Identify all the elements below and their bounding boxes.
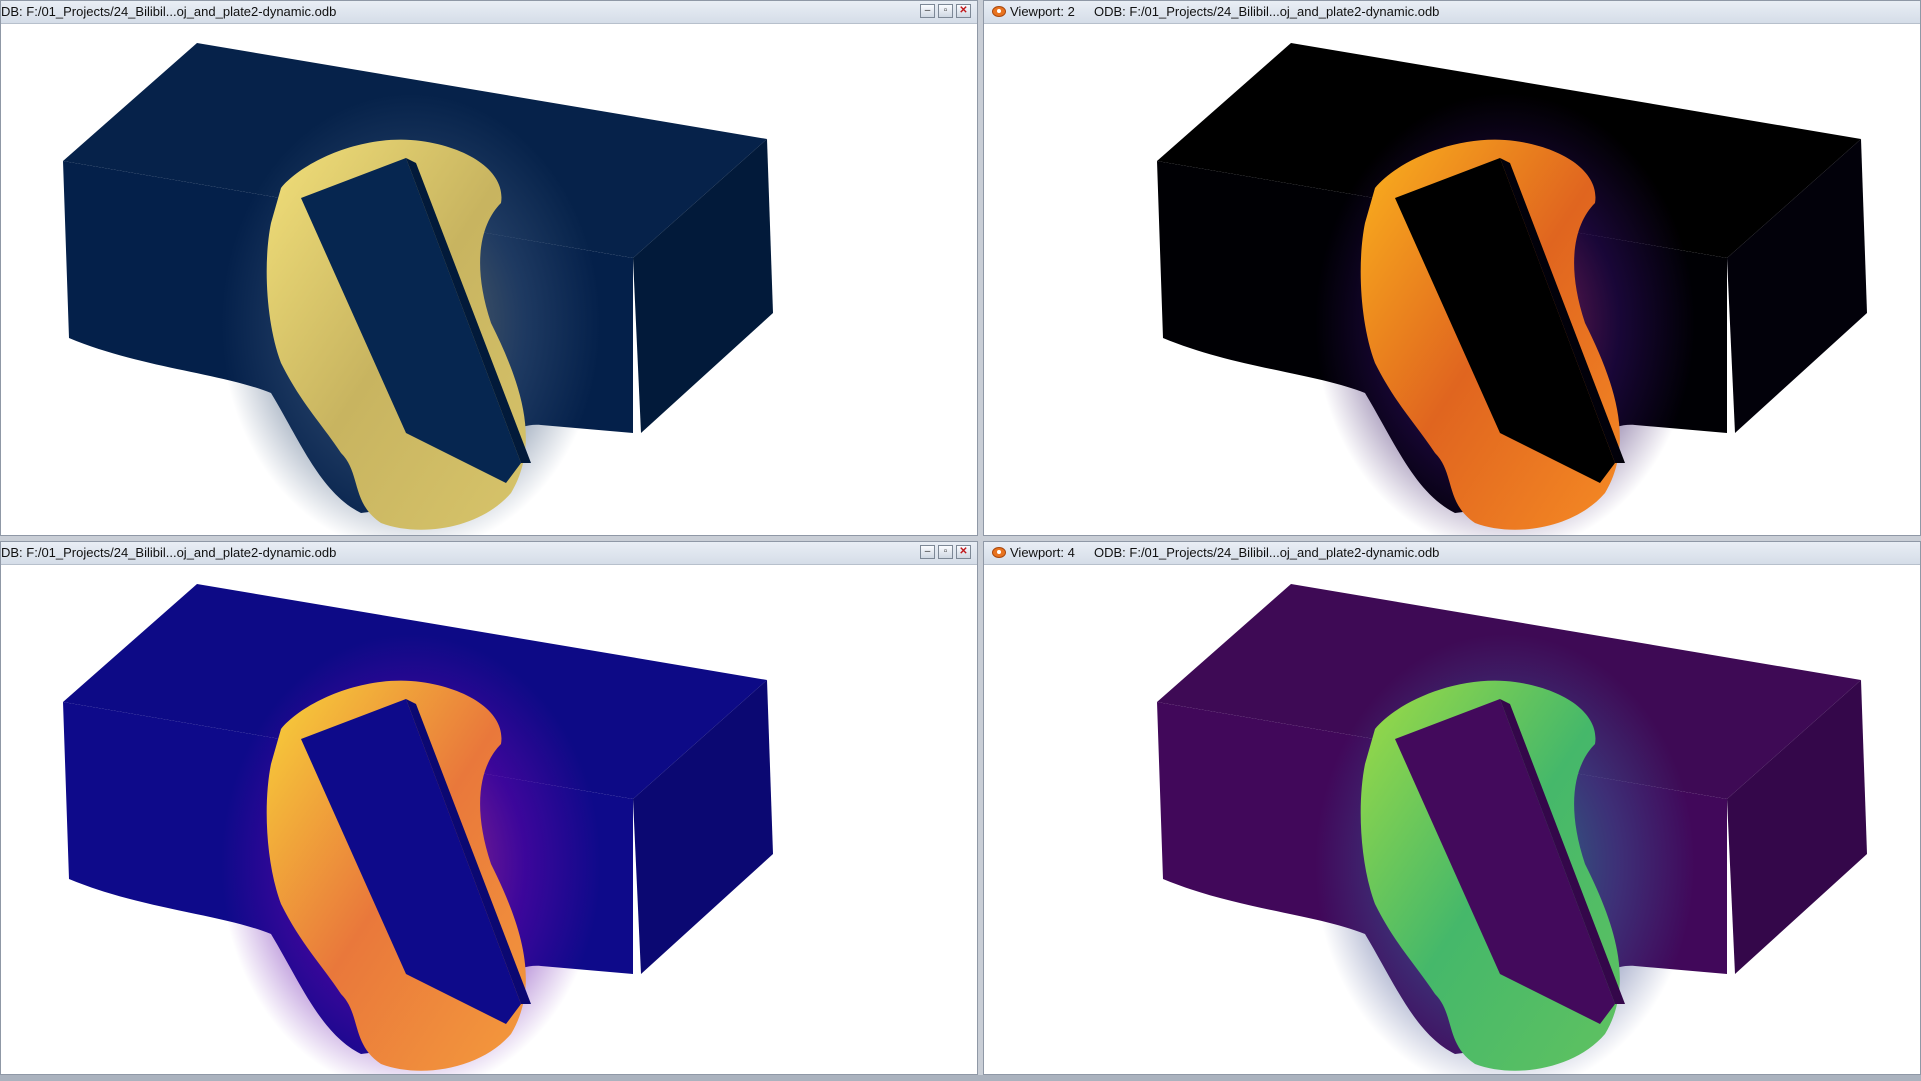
viewport-1-canvas[interactable] (1, 23, 977, 535)
viewport-4[interactable]: Viewport: 4 ODB: F:/01_Projects/24_Bilib… (983, 541, 1921, 1075)
contour-plot-model (63, 584, 773, 1074)
viewport-1-odb-path: DB: F:/01_Projects/24_Bilibil...oj_and_p… (1, 4, 337, 19)
viewport-2-canvas[interactable] (984, 23, 1920, 535)
viewport-4-odb-path: ODB: F:/01_Projects/24_Bilibil...oj_and_… (1094, 545, 1440, 560)
viewport-3-minimize-button[interactable]: – (920, 545, 935, 559)
viewport-splitter-horizontal[interactable] (0, 536, 1921, 541)
viewport-2-odb-path: ODB: F:/01_Projects/24_Bilibil...oj_and_… (1094, 4, 1440, 19)
viewport-1[interactable]: DB: F:/01_Projects/24_Bilibil...oj_and_p… (0, 0, 978, 536)
contour-plot-model (63, 43, 773, 535)
viewport-3[interactable]: DB: F:/01_Projects/24_Bilibil...oj_and_p… (0, 541, 978, 1075)
viewport-1-close-button[interactable]: ✕ (956, 4, 971, 18)
contour-plot-model (1157, 584, 1867, 1074)
viewport-3-close-button[interactable]: ✕ (956, 545, 971, 559)
status-strip (0, 1075, 1921, 1081)
viewport-2-titlebar[interactable]: Viewport: 2 ODB: F:/01_Projects/24_Bilib… (984, 1, 1920, 24)
viewport-1-restore-button[interactable]: ▫ (938, 4, 953, 18)
viewport-2-label: Viewport: 2 (1010, 4, 1075, 19)
viewport-eye-icon (992, 547, 1006, 558)
viewport-eye-icon (992, 6, 1006, 17)
viewport-1-titlebar[interactable]: DB: F:/01_Projects/24_Bilibil...oj_and_p… (1, 1, 977, 24)
contour-plot-model (1157, 43, 1867, 535)
viewport-3-restore-button[interactable]: ▫ (938, 545, 953, 559)
viewport-3-titlebar[interactable]: DB: F:/01_Projects/24_Bilibil...oj_and_p… (1, 542, 977, 565)
viewport-3-canvas[interactable] (1, 564, 977, 1074)
viewport-3-odb-path: DB: F:/01_Projects/24_Bilibil...oj_and_p… (1, 545, 337, 560)
viewport-4-canvas[interactable] (984, 564, 1920, 1074)
viewport-1-minimize-button[interactable]: – (920, 4, 935, 18)
viewport-2[interactable]: Viewport: 2 ODB: F:/01_Projects/24_Bilib… (983, 0, 1921, 536)
viewport-4-titlebar[interactable]: Viewport: 4 ODB: F:/01_Projects/24_Bilib… (984, 542, 1920, 565)
viewport-4-label: Viewport: 4 (1010, 545, 1075, 560)
